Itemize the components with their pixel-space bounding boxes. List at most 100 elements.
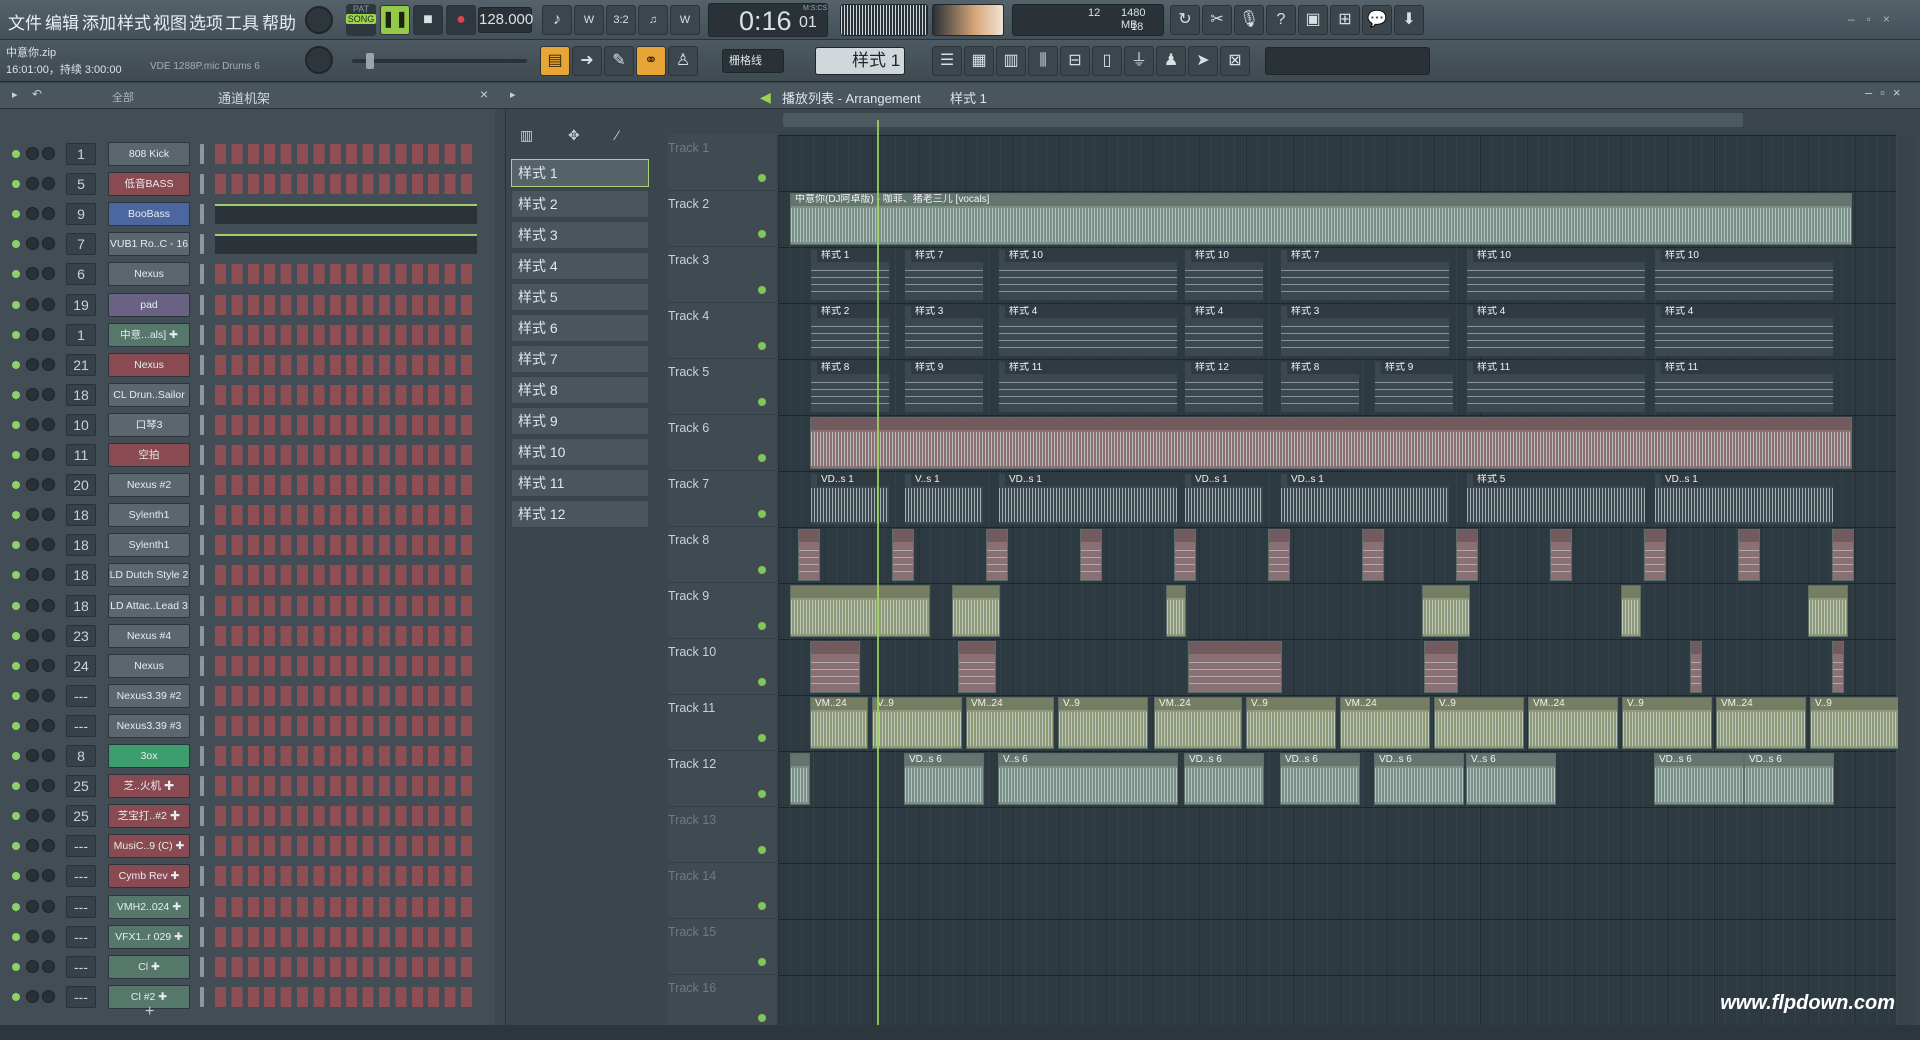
channel-knob[interactable] [42, 598, 55, 612]
step-sequencer[interactable] [215, 776, 477, 797]
channel-led[interactable] [12, 541, 20, 550]
channel-knob[interactable] [42, 478, 55, 492]
person-icon[interactable]: ♟ [1156, 46, 1186, 76]
channel-select-bar[interactable] [200, 234, 204, 255]
channel-row[interactable]: 25 芝..火机 ✚ [0, 771, 495, 801]
mixer-track-number[interactable]: 1 [66, 323, 96, 346]
channel-name-button[interactable]: VUB1 Ro..C - 16 [108, 232, 190, 257]
channel-row[interactable]: 10 口琴3 [0, 410, 495, 440]
playlist-clip[interactable] [790, 753, 810, 805]
track-header[interactable]: Track 6 [668, 415, 776, 471]
channel-knob[interactable] [26, 538, 39, 552]
playlist-clip[interactable]: VD..s 6 [1280, 753, 1360, 805]
channel-select-bar[interactable] [200, 204, 204, 225]
send-icon[interactable]: ➤ [1188, 46, 1218, 76]
channel-knob[interactable] [26, 297, 39, 311]
mixer-track-number[interactable]: 18 [66, 564, 96, 587]
channel-row[interactable]: 18 LD Attac..Lead 3 [0, 591, 495, 621]
playlist-clip[interactable]: 样式 9 [904, 361, 984, 413]
save-icon[interactable]: ▣ [1298, 5, 1328, 35]
blend-notes-icon[interactable]: W [670, 5, 700, 35]
playlist-clip[interactable]: 样式 3 [1280, 305, 1450, 357]
channel-knob[interactable] [42, 177, 55, 191]
channel-row[interactable]: --- VFX1..r 029 ✚ [0, 922, 495, 952]
step-sequencer[interactable] [215, 655, 477, 676]
channel-knob[interactable] [26, 809, 39, 823]
undo-icon[interactable]: ↻ [1170, 5, 1200, 35]
channel-led[interactable] [12, 661, 20, 670]
channel-select-bar[interactable] [200, 625, 204, 646]
step-sequencer[interactable] [215, 595, 477, 616]
menu-options[interactable]: 选项 [189, 9, 223, 34]
channel-select-bar[interactable] [200, 746, 204, 766]
channel-knob[interactable] [26, 929, 39, 943]
channel-knob[interactable] [26, 718, 39, 732]
channel-knob[interactable] [26, 989, 39, 1003]
step-sequencer[interactable] [215, 685, 477, 706]
track-header[interactable]: Track 9 [668, 583, 776, 639]
channel-row[interactable]: 1 中意...als] ✚ [0, 320, 495, 350]
channel-knob[interactable] [26, 237, 39, 251]
step-sequencer[interactable] [215, 174, 477, 195]
playlist-clip[interactable] [1550, 529, 1572, 581]
channel-led[interactable] [12, 390, 20, 399]
step-sequencer[interactable] [215, 505, 477, 526]
master-pitch-knob[interactable] [305, 46, 333, 74]
channel-name-button[interactable]: Nexus [108, 653, 190, 678]
playlist-clip[interactable]: VM..24 [1716, 697, 1806, 749]
rack-close-icon[interactable]: × [480, 86, 488, 102]
track-mute-led[interactable] [758, 510, 766, 518]
channel-row[interactable]: 6 Nexus [0, 259, 495, 289]
mixer-track-number[interactable]: 8 [66, 745, 96, 767]
playlist-clip[interactable]: V..s 6 [998, 753, 1178, 805]
playlist-clip[interactable]: 样式 8 [1280, 361, 1360, 413]
mixer-track-number[interactable]: 23 [66, 624, 96, 647]
track-mute-led[interactable] [758, 1014, 766, 1022]
playlist-clip[interactable]: V..9 [1622, 697, 1712, 749]
menu-view[interactable]: 视图 [153, 9, 187, 34]
channel-row[interactable]: 19 pad [0, 290, 495, 320]
playlist-clip[interactable] [798, 529, 820, 581]
channel-knob[interactable] [26, 658, 39, 672]
step-sequencer[interactable] [215, 264, 477, 285]
step-sequencer[interactable] [215, 926, 477, 947]
playhead[interactable] [877, 120, 879, 1025]
track-mute-led[interactable] [758, 398, 766, 406]
channel-row[interactable]: 18 Sylenth1 [0, 500, 495, 530]
channel-led[interactable] [12, 511, 20, 520]
mixer-track-number[interactable]: 25 [66, 775, 96, 798]
channel-knob[interactable] [26, 417, 39, 431]
channel-select-bar[interactable] [200, 926, 204, 947]
channel-led[interactable] [12, 721, 20, 730]
record-button[interactable]: ● [446, 5, 476, 35]
mixer-icon[interactable]: ⫼ [1028, 46, 1058, 76]
channel-row[interactable]: 5 低音BASS [0, 169, 495, 199]
track-mute-led[interactable] [758, 678, 766, 686]
track-mute-led[interactable] [758, 230, 766, 238]
channel-select-bar[interactable] [200, 384, 204, 405]
playlist-clip[interactable] [986, 529, 1008, 581]
playlist-clip[interactable]: 样式 7 [904, 249, 984, 301]
render-icon[interactable]: ⊞ [1330, 5, 1360, 35]
step-sequencer[interactable] [215, 475, 477, 496]
mixer-track-number[interactable]: --- [66, 895, 96, 918]
menu-add[interactable]: 添加 [82, 9, 116, 34]
channel-select-bar[interactable] [200, 294, 204, 315]
step-sequencer[interactable] [215, 836, 477, 857]
mixer-track-number[interactable]: 18 [66, 504, 96, 527]
channel-name-button[interactable]: 芝..火机 ✚ [108, 774, 190, 799]
channel-knob[interactable] [42, 809, 55, 823]
step-sequencer[interactable] [215, 565, 477, 586]
mixer-track-number[interactable]: --- [66, 714, 96, 737]
channel-row[interactable]: --- Nexus3.39 #2 [0, 681, 495, 711]
channel-row[interactable]: 20 Nexus #2 [0, 470, 495, 500]
track-header[interactable]: Track 13 [668, 807, 776, 863]
channel-name-button[interactable]: Nexus3.39 #3 [108, 713, 190, 738]
mixer-track-number[interactable]: 20 [66, 474, 96, 497]
playlist-clip[interactable] [1174, 529, 1196, 581]
channel-knob[interactable] [26, 779, 39, 793]
vertical-scrollbar[interactable] [1898, 135, 1916, 1025]
channel-row[interactable]: --- Cl ✚ [0, 952, 495, 982]
channel-led[interactable] [12, 571, 20, 580]
pattern-item[interactable]: 样式 12 [511, 500, 649, 528]
